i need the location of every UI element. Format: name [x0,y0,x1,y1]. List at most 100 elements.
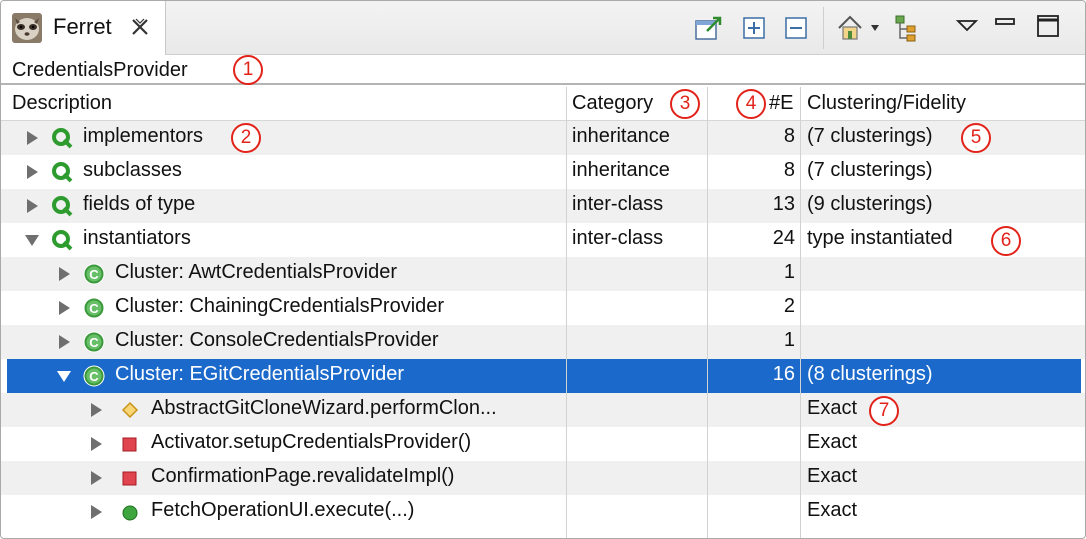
row-description: Activator.setupCredentialsProvider() [151,431,472,453]
column-header-count[interactable]: #E [769,92,793,115]
table-row[interactable]: C Cluster: ChainingCredentialsProvider 2 [1,291,1085,325]
table-row[interactable]: C Cluster: AwtCredentialsProvider 1 [1,257,1085,291]
expanded-arrow-icon[interactable] [25,232,39,248]
collapsed-arrow-icon[interactable] [89,436,103,452]
table-row[interactable]: subclasses inheritance 8 (7 clusterings) [1,155,1085,189]
collapse-all-button[interactable] [781,13,811,43]
table-row[interactable]: ConfirmationPage.revalidateImpl() Exact [1,461,1085,495]
column-header-description[interactable]: Description [12,92,112,115]
export-query-button[interactable] [693,13,723,43]
cluster-icon: C [83,297,105,319]
tab-title: Ferret [53,14,112,39]
view-menu-icon [955,20,979,32]
collapsed-arrow-icon[interactable] [25,164,39,180]
row-description: subclasses [83,159,182,181]
minimize-icon [995,18,1015,25]
cluster-icon: C [83,365,105,387]
collapsed-arrow-icon[interactable] [57,334,71,350]
collapsed-arrow-icon[interactable] [57,266,71,282]
row-count: 8 [783,125,795,147]
row-category: inheritance [572,125,670,147]
row-description: FetchOperationUI.execute(...) [151,499,415,521]
row-description: implementors [83,125,204,147]
row-count: 16 [772,363,795,385]
hierarchy-button[interactable] [893,13,923,43]
column-header-clustering[interactable]: Clustering/Fidelity [807,92,966,115]
row-clustering: (7 clusterings) [807,125,933,147]
svg-text:C: C [89,267,99,282]
collapsed-arrow-icon[interactable] [25,198,39,214]
private-method-icon [122,471,137,486]
row-clustering: (7 clusterings) [807,159,933,181]
cluster-icon: C [83,263,105,285]
maximize-button[interactable] [1035,13,1065,43]
svg-text:C: C [89,301,99,316]
svg-text:C: C [89,335,99,350]
collapsed-arrow-icon[interactable] [89,470,103,486]
ferret-tab[interactable]: Ferret [1,1,166,55]
annotation-marker-1: 1 [233,55,263,85]
annotation-marker-2: 2 [231,123,261,153]
hierarchy-icon [895,15,916,42]
home-icon [838,15,879,40]
expanded-arrow-icon[interactable] [57,368,71,384]
row-clustering: type instantiated [807,227,953,249]
table-row[interactable]: instantiators inter-class 24 type instantia… [1,223,1085,257]
query-icon [52,196,73,217]
column-divider [707,87,708,538]
table-row[interactable]: C Cluster: ConsoleCredentialsProvider 1 [1,325,1085,359]
collapsed-arrow-icon[interactable] [57,300,71,316]
minimize-button[interactable] [991,13,1021,43]
table-row[interactable]: fields of type inter-class 13 (9 clustering… [1,189,1085,223]
table-row[interactable]: FetchOperationUI.execute(...) Exact [1,495,1085,529]
annotation-marker-4: 4 [736,89,766,119]
expand-all-icon [743,17,765,39]
home-dropdown-button[interactable] [835,13,881,43]
table-row[interactable]: AbstractGitCloneWizard.performClon... Exa… [1,393,1085,427]
query-icon [52,230,73,251]
view-tab-bar: Ferret [1,1,1085,55]
row-count: 13 [772,193,795,215]
row-description: Cluster: EGitCredentialsProvider [115,363,404,385]
ferret-view: Ferret CredentialsProvider 1 Description… [0,0,1086,539]
row-count: 1 [783,329,795,351]
annotation-marker-3: 3 [670,89,700,119]
row-clustering: Exact [807,499,858,521]
maximize-icon [1037,15,1059,37]
row-category: inheritance [572,159,670,181]
toolbar-separator [823,7,824,49]
protected-method-icon [121,401,139,419]
row-count: 8 [783,159,795,181]
export-icon [695,16,722,40]
row-description: Cluster: ChainingCredentialsProvider [115,295,445,317]
column-divider [566,87,567,538]
ferret-icon [12,13,42,43]
private-method-icon [122,437,137,452]
table-row[interactable]: Activator.setupCredentialsProvider() Exac… [1,427,1085,461]
svg-text:C: C [89,369,99,384]
row-clustering: (8 clusterings) [807,363,933,385]
row-category: inter-class [572,227,664,249]
public-method-icon [122,505,138,521]
row-description: instantiators [83,227,191,249]
row-count: 2 [783,295,795,317]
collapsed-arrow-icon[interactable] [89,504,103,520]
expand-all-button[interactable] [739,13,769,43]
row-description: fields of type [83,193,196,215]
view-menu-button[interactable] [953,13,983,43]
query-icon [52,128,73,149]
collapsed-arrow-icon[interactable] [89,402,103,418]
close-icon[interactable] [129,16,151,38]
table-row[interactable]: implementors inheritance 8 (7 clusterings) [1,121,1085,155]
table-row[interactable]: C Cluster: EGitCredentialsProvider 16 (8 cl… [7,359,1081,393]
annotation-marker-5: 5 [961,123,991,153]
collapsed-arrow-icon[interactable] [25,130,39,146]
row-clustering: Exact [807,397,858,419]
row-description: AbstractGitCloneWizard.performClon... [151,397,497,419]
query-icon [52,162,73,183]
annotation-marker-6: 6 [991,226,1021,256]
row-clustering: Exact [807,465,858,487]
collapse-all-icon [785,17,807,39]
column-header-category[interactable]: Category [572,92,653,115]
annotation-marker-7: 7 [869,396,899,426]
